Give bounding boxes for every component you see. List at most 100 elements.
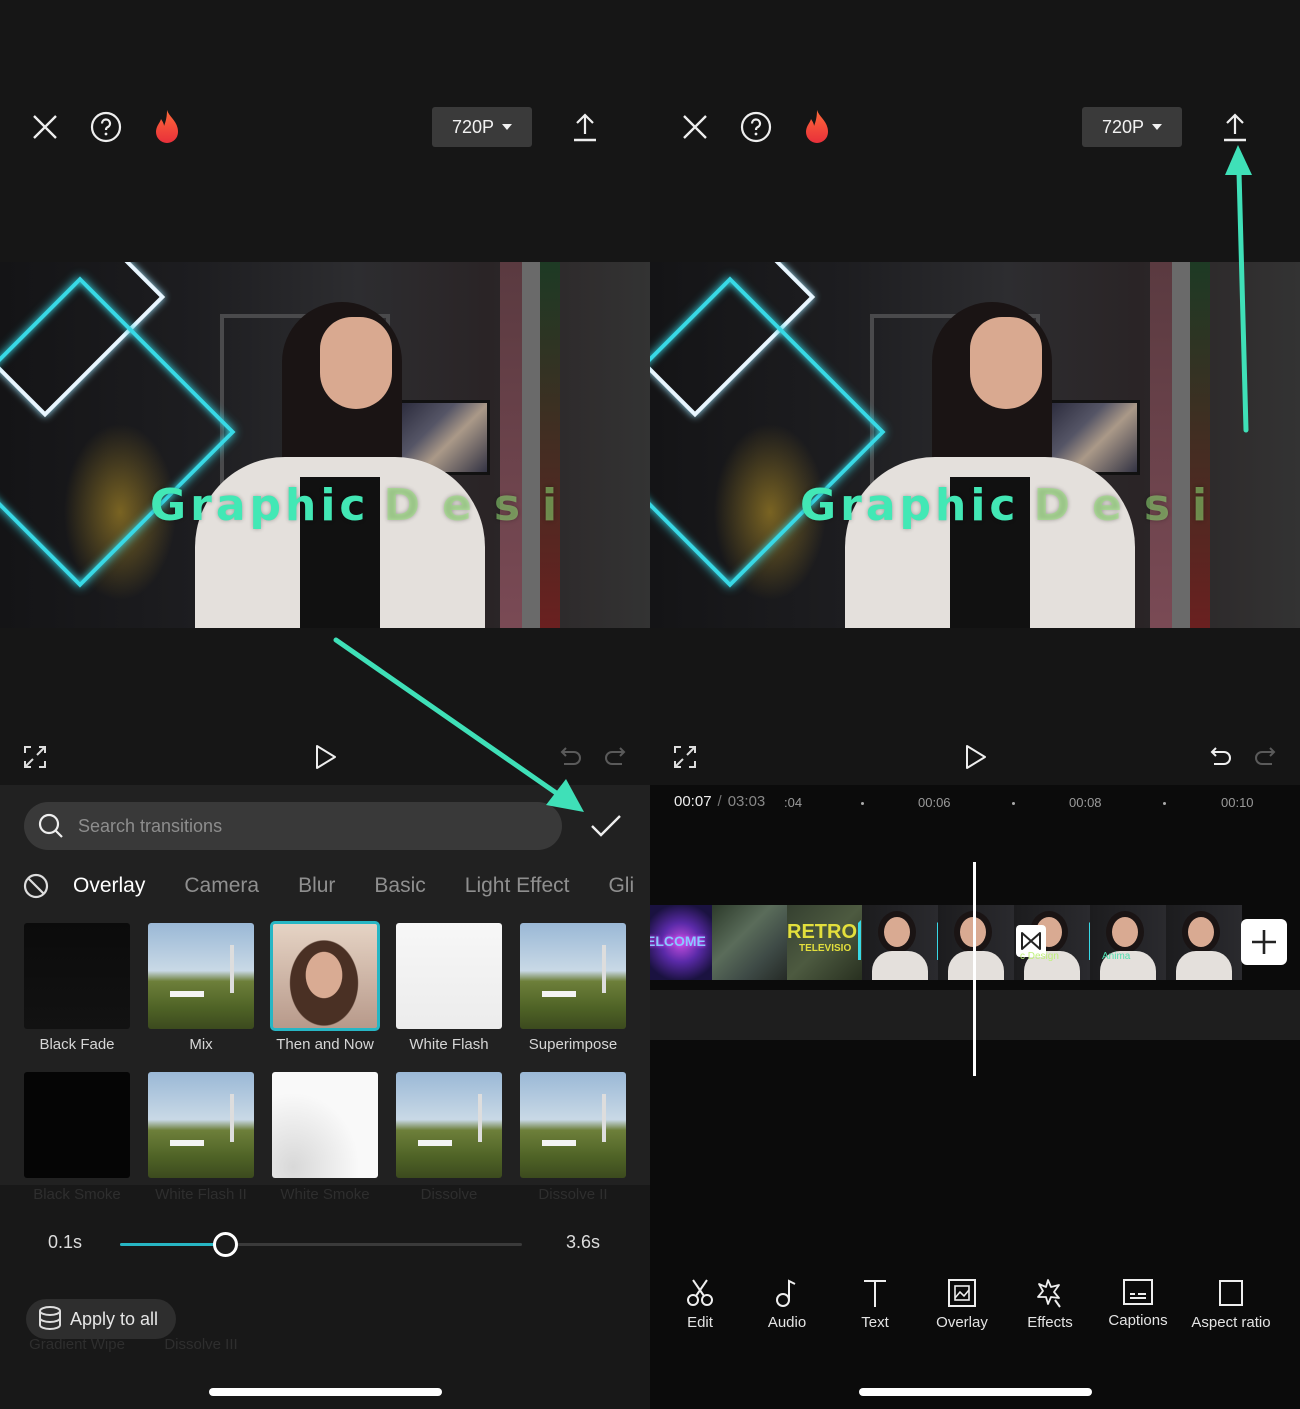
apply-to-all-button[interactable]: Apply to all [26,1299,176,1339]
transition-white-flash-ii[interactable] [148,1072,254,1178]
close-button[interactable] [680,112,710,142]
transition-label: Black Fade [39,1036,115,1053]
close-icon [33,115,57,139]
search-field[interactable] [24,802,562,850]
fullscreen-button[interactable] [22,744,48,770]
add-clip-button[interactable] [1241,919,1287,965]
undo-button[interactable] [1208,745,1234,769]
home-indicator [209,1388,442,1396]
video-preview[interactable]: Graphic Desi [0,262,650,628]
transition-dissolve-ii[interactable] [520,1072,626,1178]
ruler-tick: 00:08 [1069,795,1102,810]
resolution-value: 720P [451,116,495,137]
timeline-clip[interactable] [712,905,787,980]
timeline-clip[interactable]: Anima [1090,905,1166,980]
tool-aspect-ratio[interactable]: Aspect ratio [1181,1278,1281,1331]
ruler-tick: 00:10 [1221,795,1254,810]
ruler-tick: :04 [784,795,803,810]
play-button[interactable] [963,743,989,771]
export-button[interactable] [1220,111,1250,143]
text-icon [864,1280,886,1307]
duration-slider-knob[interactable] [212,1232,238,1257]
tab-basic[interactable]: Basic [374,874,425,898]
transition-dissolve[interactable] [396,1072,502,1178]
undo-icon [1210,747,1231,765]
fullscreen-button[interactable] [672,744,698,770]
transition-superimpose[interactable] [520,923,626,1029]
confirm-button[interactable] [586,809,626,843]
resolution-dropdown[interactable]: 720P [432,107,532,147]
bottom-toolbar: Edit Audio Text Overlay Effects Captions… [650,1278,1300,1338]
transition-black-fade[interactable] [24,923,130,1029]
timeline-clip[interactable]: ELCOME [650,905,712,980]
transition-then-and-now[interactable] [270,921,380,1031]
export-icon [574,113,596,142]
transition-white-smoke[interactable] [272,1072,378,1178]
star-wand-icon [1037,1279,1061,1308]
overlay-image-icon [948,1279,976,1307]
play-button[interactable] [313,743,339,771]
help-button[interactable] [739,110,773,144]
caret-down-icon [1152,124,1163,130]
flame-icon [806,110,828,143]
caret-down-icon [502,124,513,130]
transition-white-flash[interactable] [396,923,502,1029]
export-button[interactable] [570,111,600,143]
tool-captions[interactable]: Captions [1088,1278,1188,1329]
pro-button[interactable] [150,108,184,146]
right-screen: 720P Graphic Desi 00:07/03:03:04 00:06 … [650,0,1300,1409]
transition-label: Dissolve [420,1186,478,1203]
pro-button[interactable] [800,108,834,146]
scissors-icon [687,1279,713,1306]
transition-black-smoke[interactable] [24,1072,130,1178]
tool-audio[interactable]: Audio [737,1278,837,1331]
timeline-clip[interactable] [1166,905,1242,980]
timeline-clip[interactable] [862,905,938,980]
resolution-dropdown[interactable]: 720P [1082,107,1182,147]
duration-slider[interactable] [120,1232,522,1257]
undo-button[interactable] [558,745,584,769]
apply-to-all-label: Apply to all [70,1308,159,1329]
playhead[interactable] [973,862,976,1076]
tab-overlay[interactable]: Overlay [73,874,145,898]
redo-button[interactable] [1252,745,1278,769]
close-button[interactable] [30,112,60,142]
transition-label: Then and Now [276,1036,374,1053]
video-preview[interactable]: Graphic Desi [650,262,1300,628]
export-icon [1224,113,1246,142]
transition-label: Dissolve II [538,1186,608,1203]
close-icon [683,115,707,139]
search-input[interactable] [78,815,518,837]
tab-blur[interactable]: Blur [298,874,335,898]
duration-slider-row: 0.1s 3.6s [0,1222,650,1262]
help-icon [740,111,772,143]
help-button[interactable] [89,110,123,144]
layers-icon [39,1306,61,1330]
plus-icon [1252,930,1276,954]
fullscreen-icon [674,746,696,768]
redo-button[interactable] [602,745,628,769]
playback-controls [0,740,650,774]
tool-text[interactable]: Text [825,1278,925,1331]
tool-overlay[interactable]: Overlay [912,1278,1012,1331]
timeline-clip[interactable] [938,905,1014,980]
video-overlay-text: Graphic Desi [150,480,580,531]
tool-effects[interactable]: Effects [1000,1278,1100,1331]
aspect-ratio-icon [1219,1280,1243,1306]
play-icon [966,745,986,769]
playback-controls [650,740,1300,774]
duration-max-label: 3.6s [566,1232,601,1252]
captions-icon [1123,1279,1153,1305]
flame-icon [156,110,178,143]
transition-label: Mix [189,1036,213,1053]
timeline-ruler: 00:07/03:03 :04 00:06 00:08 00:10 [650,785,1300,825]
help-icon [90,111,122,143]
timeline-clip[interactable]: RETRO TELEVISIO [787,905,862,980]
tab-camera[interactable]: Camera [184,874,259,898]
tab-light-effect[interactable]: Light Effect [465,874,570,898]
search-icon [38,813,63,838]
tool-edit[interactable]: Edit [650,1278,750,1331]
no-transition-button[interactable] [22,872,50,900]
transition-mix[interactable] [148,923,254,1029]
tab-glitch[interactable]: Gli [608,874,634,898]
